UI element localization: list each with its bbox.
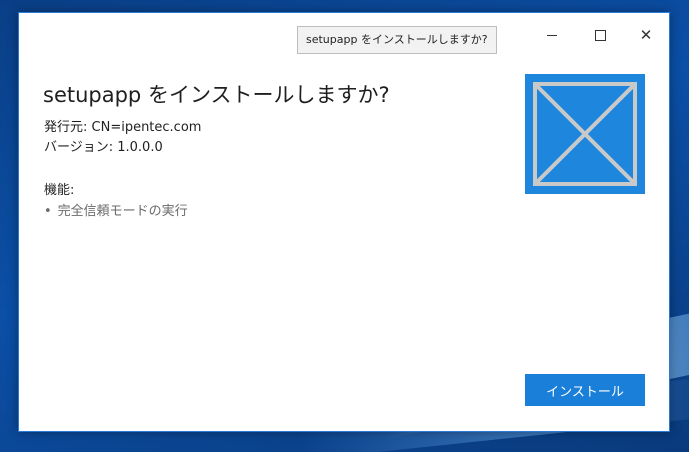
maximize-button[interactable] — [580, 21, 620, 49]
page-title: setupapp をインストールしますか? — [43, 83, 390, 107]
minimize-icon — [547, 34, 557, 36]
version-text: バージョン: 1.0.0.0 — [44, 140, 163, 155]
app-installer-window: setupapp をインストールしますか? ✕ setupapp をインストール… — [18, 12, 670, 432]
capabilities-label: 機能: — [44, 183, 75, 198]
close-button[interactable]: ✕ — [626, 21, 666, 49]
capability-label: 完全信頼モードの実行 — [57, 204, 188, 219]
publisher-text: 発行元: CN=ipentec.com — [44, 120, 202, 135]
close-icon: ✕ — [639, 25, 653, 44]
bullet-icon: • — [44, 204, 52, 219]
placeholder-x-icon — [533, 82, 637, 186]
minimize-button[interactable] — [532, 21, 572, 49]
app-logo — [525, 74, 645, 194]
install-button[interactable]: インストール — [525, 374, 645, 406]
capability-list-item: • 完全信頼モードの実行 — [44, 200, 188, 219]
maximize-icon — [594, 29, 606, 41]
title-tooltip: setupapp をインストールしますか? — [297, 26, 497, 54]
